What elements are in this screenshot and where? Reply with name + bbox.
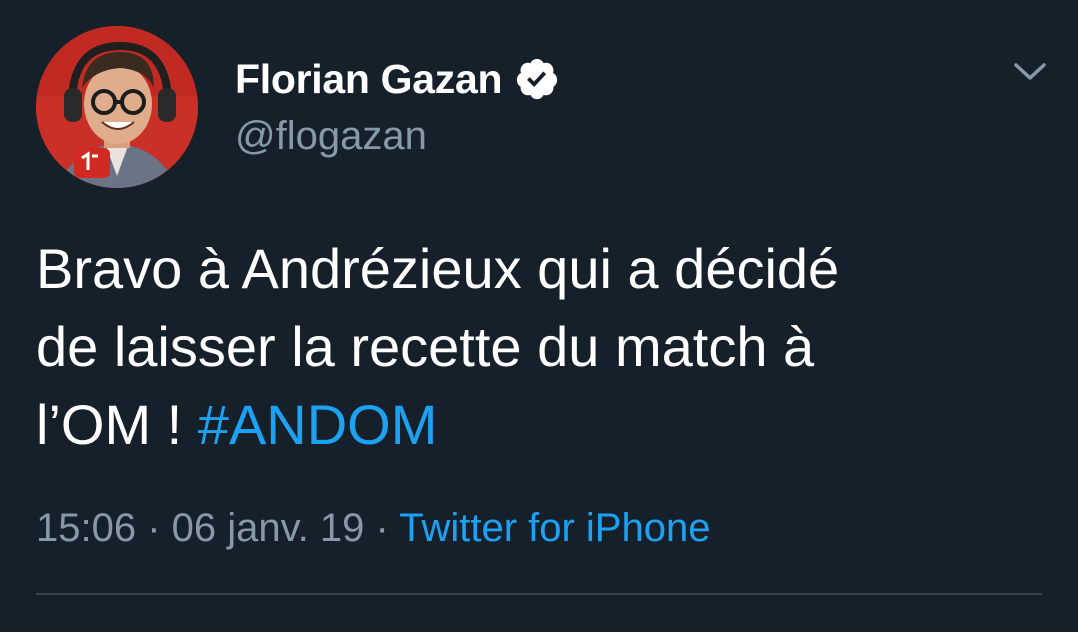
tweet-text-line-3-prefix: l’OM !: [36, 393, 198, 456]
tweet-meta: 15:06 · 06 janv. 19 · Twitter for iPhone: [36, 506, 710, 551]
author-display-name[interactable]: Florian Gazan: [235, 56, 503, 103]
avatar-photo: [36, 26, 198, 188]
meta-separator: ·: [364, 506, 400, 550]
tweet-text: Bravo à Andrézieux qui a décidé de laiss…: [36, 230, 1046, 464]
tweet-card: Florian Gazan @flogazan Bravo à Andrézie…: [0, 0, 1078, 632]
tweet-source-link[interactable]: Twitter for iPhone: [399, 506, 710, 550]
tweet-time[interactable]: 15:06: [36, 506, 136, 550]
tweet-text-line-3: l’OM ! #ANDOM: [36, 386, 1046, 464]
meta-separator: ·: [136, 506, 172, 550]
author-name-row[interactable]: Florian Gazan: [235, 54, 560, 104]
verified-badge-icon: [514, 56, 560, 102]
divider: [36, 593, 1042, 595]
chevron-down-icon[interactable]: [1008, 54, 1052, 88]
tweet-text-line-2: de laisser la recette du match à: [36, 315, 815, 378]
avatar[interactable]: [36, 26, 198, 188]
hashtag-link[interactable]: #ANDOM: [198, 393, 438, 456]
tweet-date[interactable]: 06 janv. 19: [172, 506, 365, 550]
tweet-text-line-1: Bravo à Andrézieux qui a décidé: [36, 237, 840, 300]
author-handle[interactable]: @flogazan: [235, 114, 427, 159]
